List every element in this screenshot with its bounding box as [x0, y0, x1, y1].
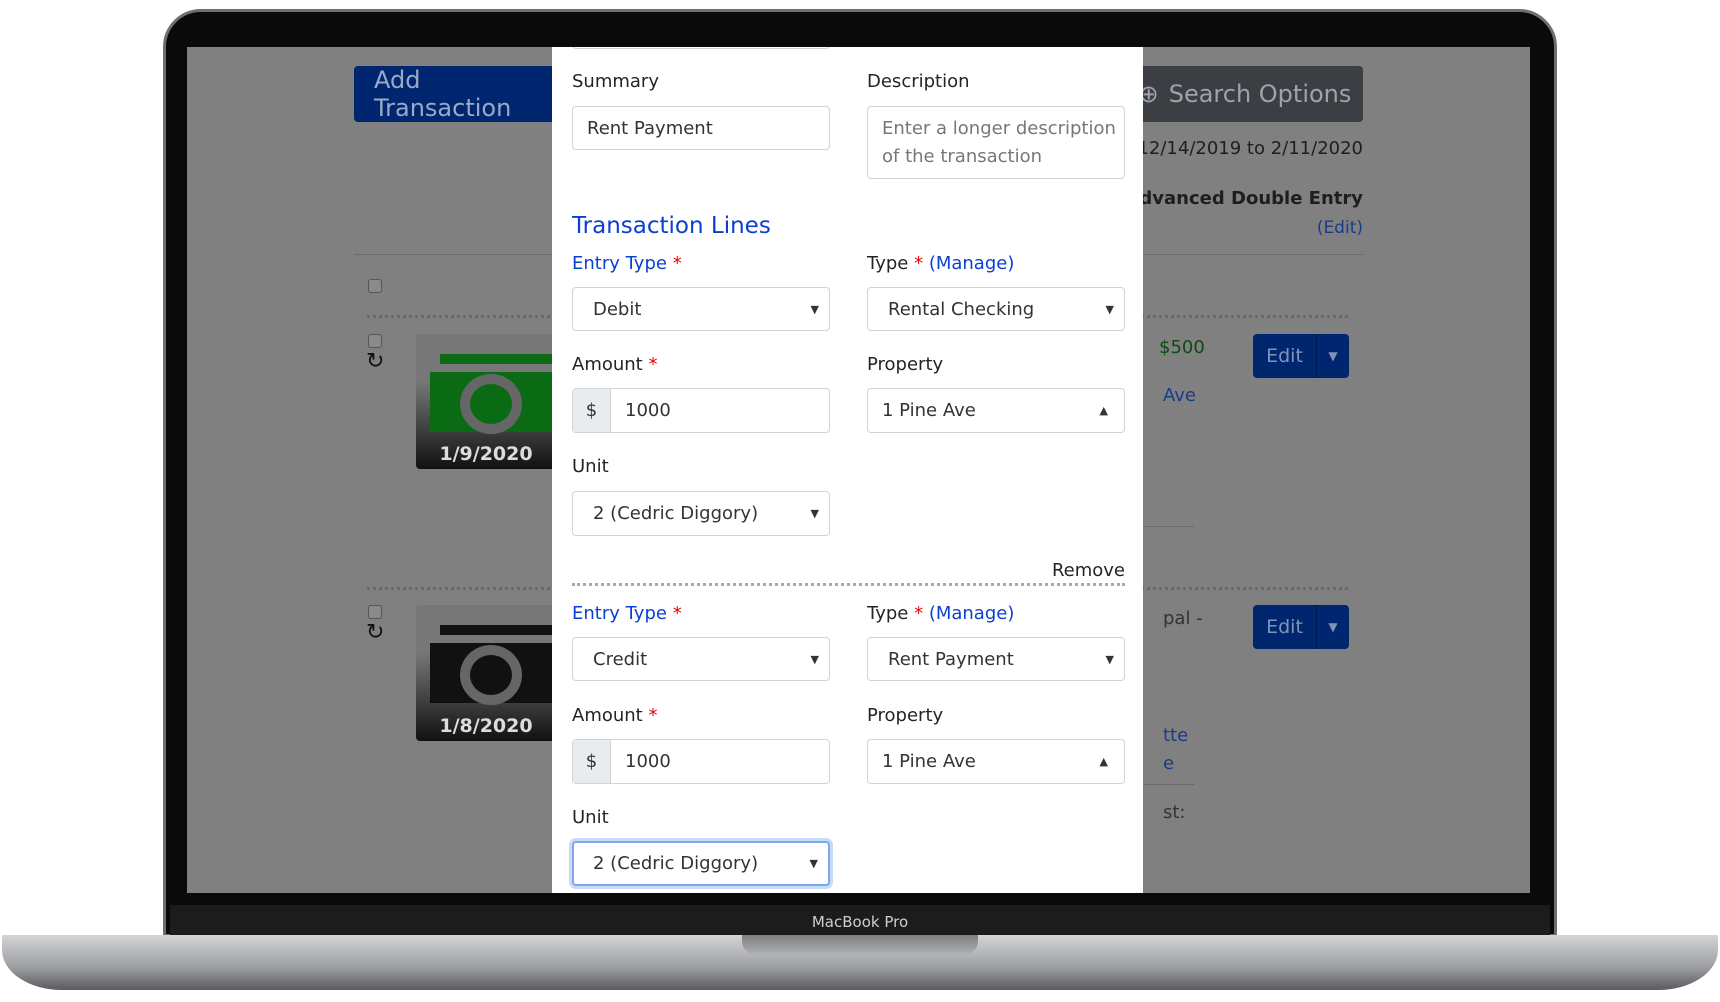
summary-label: Summary: [572, 71, 659, 92]
edit-button-group[interactable]: Edit ▼: [1253, 334, 1349, 378]
scrolled-field: [572, 47, 830, 49]
screen: Add Transaction ⊕ Search Options : 12/14/…: [187, 47, 1530, 893]
summary-input[interactable]: Rent Payment: [572, 106, 830, 150]
caret-down-icon[interactable]: ▼: [1317, 605, 1349, 649]
dropdown-arrow-icon: ▼: [810, 507, 819, 520]
description-label: Description: [867, 71, 970, 92]
date-range: : 12/14/2019 to 2/11/2020: [1125, 138, 1363, 159]
entry-type-label: Entry Type *: [572, 253, 682, 274]
refresh-icon[interactable]: ↻: [366, 349, 384, 374]
property-select[interactable]: 1 Pine Ave ▲: [867, 388, 1125, 433]
description-placeholder: Enter a longer description of the transa…: [882, 118, 1116, 167]
edit-button[interactable]: Edit: [1253, 334, 1317, 378]
type-select[interactable]: Rental Checking ▼: [867, 287, 1125, 331]
select-all-checkbox[interactable]: [368, 279, 382, 293]
caret-down-icon[interactable]: ▼: [1317, 334, 1349, 378]
transaction-thumbnail: 1/8/2020: [416, 605, 556, 741]
property-label: Property: [867, 354, 944, 375]
dropdown-arrow-icon: ▼: [810, 652, 819, 666]
money-icon: [430, 643, 556, 703]
caret-up-icon: ▲: [1099, 404, 1108, 417]
unit-label: Unit: [572, 807, 609, 828]
dropdown-arrow-icon: ▼: [810, 302, 819, 316]
transaction-date: 1/8/2020: [439, 715, 533, 737]
unit-select[interactable]: 2 (Cedric Diggory) ▼: [572, 491, 830, 536]
manage-link[interactable]: (Manage): [929, 253, 1015, 274]
dropdown-arrow-icon: ▼: [809, 857, 818, 870]
currency-addon: $: [573, 389, 611, 432]
money-icon: [430, 372, 556, 432]
amount-input[interactable]: $1000: [572, 388, 830, 433]
amount-label: Amount *: [572, 354, 658, 375]
transaction-thumbnail: 1/9/2020: [416, 334, 556, 469]
currency-addon: $: [573, 740, 611, 783]
entry-type-label: Entry Type *: [572, 603, 682, 624]
row-checkbox[interactable]: [368, 605, 382, 619]
row-link[interactable]: tte: [1163, 725, 1188, 746]
type-label: Type * (Manage): [867, 253, 1015, 274]
property-label: Property: [867, 705, 944, 726]
divider: [1143, 526, 1194, 527]
add-transaction-button[interactable]: Add Transaction: [354, 66, 564, 122]
entry-type-select[interactable]: Credit ▼: [572, 637, 830, 681]
description-textarea[interactable]: Enter a longer description of the transa…: [867, 106, 1125, 179]
row-text: pal -: [1163, 608, 1203, 629]
search-options-button[interactable]: ⊕ Search Options: [1127, 66, 1363, 122]
dropdown-arrow-icon: ▼: [1105, 302, 1114, 316]
amount-input[interactable]: $1000: [572, 739, 830, 784]
caret-up-icon: ▲: [1099, 755, 1108, 768]
row-amount: $500: [1159, 337, 1205, 358]
type-label: Type * (Manage): [867, 603, 1015, 624]
edit-button[interactable]: Edit: [1253, 605, 1317, 649]
device-brand-label: MacBook Pro: [811, 913, 909, 931]
remove-line-link[interactable]: Remove: [1052, 560, 1125, 581]
unit-select-focused[interactable]: 2 (Cedric Diggory) ▼: [572, 841, 830, 886]
transaction-date: 1/9/2020: [439, 443, 533, 465]
row-link[interactable]: e: [1163, 753, 1174, 774]
laptop-notch: [742, 935, 978, 955]
summary-value: Rent Payment: [587, 117, 713, 139]
amount-label: Amount *: [572, 705, 658, 726]
search-options-label: Search Options: [1168, 80, 1352, 108]
accounting-mode: : Advanced Double Entry: [1112, 188, 1363, 209]
unit-label: Unit: [572, 456, 609, 477]
mode-edit-link[interactable]: (Edit): [1317, 218, 1363, 238]
property-select[interactable]: 1 Pine Ave ▲: [867, 739, 1125, 784]
section-title: Transaction Lines: [572, 213, 771, 239]
add-transaction-modal: Summary Rent Payment Description Enter a…: [552, 47, 1143, 893]
row-text: st:: [1163, 802, 1186, 823]
refresh-icon[interactable]: ↻: [366, 620, 384, 645]
row-checkbox[interactable]: [368, 334, 382, 348]
property-link[interactable]: Ave: [1163, 385, 1196, 406]
edit-button-group[interactable]: Edit ▼: [1253, 605, 1349, 649]
manage-link[interactable]: (Manage): [929, 603, 1015, 624]
divider: [1143, 784, 1194, 785]
dropdown-arrow-icon: ▼: [1105, 652, 1114, 666]
type-select[interactable]: Rent Payment ▼: [867, 637, 1125, 681]
line-separator: [572, 583, 1125, 586]
entry-type-select[interactable]: Debit ▼: [572, 287, 830, 331]
